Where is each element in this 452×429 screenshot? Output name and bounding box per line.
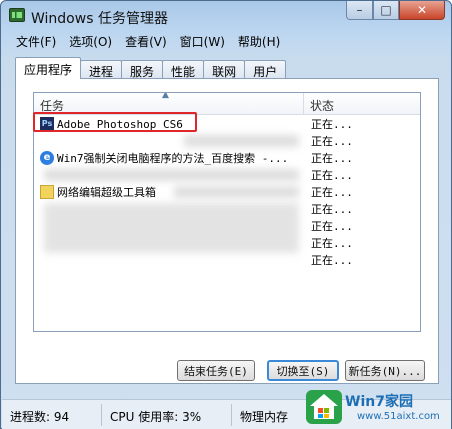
end-task-button[interactable]: 结束任务(E)	[177, 360, 255, 381]
switch-to-button[interactable]: 切换至(S)	[267, 360, 339, 381]
redacted-region	[174, 186, 299, 198]
task-name: Adobe Photoshop CS6	[57, 117, 183, 131]
window-controls: – □ ✕	[346, 1, 445, 21]
task-status: 正在...	[311, 118, 353, 131]
column-header-task[interactable]: ▲ 任务	[34, 93, 304, 115]
tab-performance[interactable]: 性能	[162, 60, 205, 79]
task-status: 正在...	[311, 169, 353, 182]
maximize-button[interactable]: □	[373, 1, 399, 20]
task-status: 正在...	[311, 186, 353, 199]
task-status: 正在...	[311, 203, 353, 216]
physical-memory: 物理内存	[240, 409, 289, 424]
tab-strip: 应用程序 进程 服务 性能 联网 用户	[15, 57, 287, 79]
tab-networking[interactable]: 联网	[203, 60, 246, 79]
win7-house-logo-icon	[306, 390, 342, 424]
menu-view[interactable]: 查看(V)	[119, 31, 173, 51]
task-status: 正在...	[311, 237, 353, 250]
tab-services[interactable]: 服务	[121, 60, 164, 79]
tab-processes[interactable]: 进程	[80, 60, 123, 79]
watermark: Win7家园 www.51aixt.com	[305, 387, 445, 429]
task-status: 正在...	[311, 254, 353, 267]
redacted-region	[44, 169, 299, 181]
table-row[interactable]: e Win7强制关闭电脑程序的方法_百度搜索 -... 正在...	[34, 149, 420, 166]
minimize-button[interactable]: –	[346, 1, 373, 20]
task-name: Win7强制关闭电脑程序的方法_百度搜索 -...	[57, 152, 289, 165]
tab-applications[interactable]: 应用程序	[15, 57, 82, 79]
applications-panel: ▲ 任务 状态 Ps Adobe Photoshop CS6 正在... 正在..…	[15, 78, 439, 384]
column-header-status[interactable]: 状态	[304, 93, 420, 115]
task-status: 正在...	[311, 220, 353, 233]
cpu-usage: CPU 使用率: 3%	[102, 403, 232, 426]
menu-help[interactable]: 帮助(H)	[232, 31, 286, 51]
task-status: 正在...	[311, 152, 353, 165]
column-status-label: 状态	[310, 99, 335, 113]
photoshop-icon: Ps	[40, 117, 54, 131]
process-count: 进程数: 94	[2, 403, 102, 426]
task-manager-window: Windows 任务管理器 – □ ✕ 文件(F) 选项(O) 查看(V) 窗口…	[0, 0, 452, 429]
tab-users[interactable]: 用户	[244, 60, 287, 79]
watermark-brand: Win7家园	[345, 394, 413, 410]
menu-options[interactable]: 选项(O)	[63, 31, 118, 51]
redacted-region	[184, 135, 299, 147]
menu-file[interactable]: 文件(F)	[10, 31, 62, 51]
column-task-label: 任务	[40, 99, 65, 113]
list-header: ▲ 任务 状态	[34, 93, 420, 115]
task-manager-icon	[9, 8, 25, 22]
close-button[interactable]: ✕	[399, 1, 445, 20]
folder-icon	[40, 185, 54, 199]
task-name: 网络编辑超级工具箱	[57, 186, 156, 199]
redacted-region	[44, 203, 299, 253]
table-row[interactable]: Ps Adobe Photoshop CS6 正在...	[34, 115, 420, 132]
task-status: 正在...	[311, 135, 353, 148]
menu-window[interactable]: 窗口(W)	[174, 31, 231, 51]
title-bar[interactable]: Windows 任务管理器 – □ ✕	[1, 1, 451, 31]
watermark-url: www.51aixt.com	[357, 411, 440, 422]
table-row[interactable]: 正在...	[34, 251, 420, 268]
menu-bar: 文件(F) 选项(O) 查看(V) 窗口(W) 帮助(H)	[2, 31, 451, 51]
task-list[interactable]: ▲ 任务 状态 Ps Adobe Photoshop CS6 正在... 正在..…	[33, 92, 421, 332]
window-title: Windows 任务管理器	[31, 11, 168, 27]
sort-ascending-icon: ▲	[162, 92, 169, 100]
ie-icon: e	[40, 151, 54, 165]
new-task-button[interactable]: 新任务(N)...	[345, 360, 425, 381]
